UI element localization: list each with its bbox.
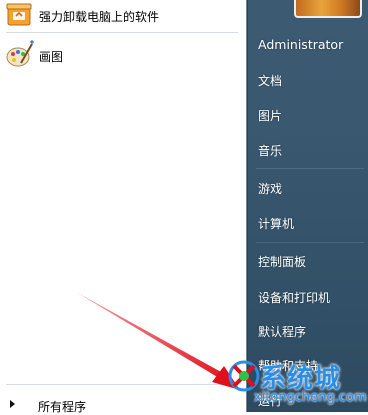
devices-printers-link[interactable]: 设备和打印机 (258, 289, 330, 306)
program-item-paint[interactable]: 画图 (0, 38, 240, 72)
pictures-link[interactable]: 图片 (258, 107, 282, 124)
divider (256, 242, 364, 243)
divider (256, 168, 364, 169)
triangle-right-icon (10, 400, 15, 408)
user-picture-icon[interactable] (294, 0, 362, 18)
program-item-uninstaller[interactable]: 强力卸载电脑上的软件 (0, 0, 240, 30)
user-name-link[interactable]: Administrator (258, 37, 343, 52)
start-menu-places-panel: Administrator 文档 图片 音乐 游戏 计算机 控制面板 设备和打印… (246, 0, 368, 412)
all-programs-button[interactable]: 所有程序 (0, 396, 246, 414)
control-panel-link[interactable]: 控制面板 (258, 253, 306, 270)
program-label: 强力卸载电脑上的软件 (39, 10, 160, 24)
default-programs-link[interactable]: 默认程序 (258, 323, 306, 340)
watermark-site: xitongcheng.com (254, 390, 367, 405)
divider (6, 32, 238, 33)
all-programs-label: 所有程序 (38, 400, 87, 414)
start-menu-programs-panel: 强力卸载电脑上的软件 画图 所有程序 (0, 0, 246, 414)
divider (6, 384, 238, 385)
games-link[interactable]: 游戏 (258, 180, 282, 197)
paint-palette-icon (4, 39, 35, 70)
program-label: 画图 (39, 50, 64, 64)
globe-logo-icon (228, 360, 260, 392)
computer-link[interactable]: 计算机 (258, 215, 294, 232)
music-link[interactable]: 音乐 (258, 142, 282, 159)
documents-link[interactable]: 文档 (258, 72, 282, 89)
uninstall-box-icon (4, 0, 34, 28)
watermark: 系统城 xitongcheng.com (224, 356, 368, 412)
